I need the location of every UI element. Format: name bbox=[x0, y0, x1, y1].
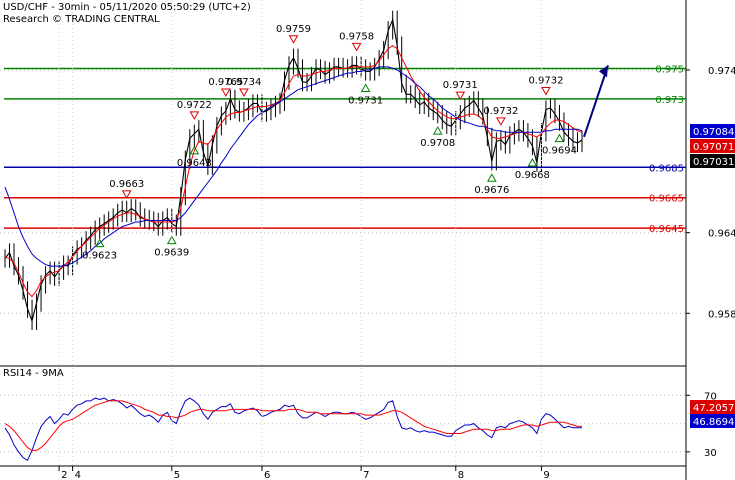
trough-label: 0.9643 bbox=[177, 158, 212, 169]
trough-label: 0.9731 bbox=[348, 95, 383, 106]
level-label: 0.975 bbox=[655, 64, 684, 75]
peak-marker-icon bbox=[239, 88, 249, 98]
x-tick-label: 5 bbox=[174, 470, 180, 480]
trough-label: 0.9708 bbox=[420, 138, 455, 149]
x-tick-label: 4 bbox=[75, 470, 81, 480]
peak-marker-icon bbox=[541, 87, 551, 96]
price-tick-label: 0.9642 bbox=[708, 229, 735, 240]
rsi-title: RSI14 - 9MA bbox=[3, 368, 64, 379]
trough-label: 0.9623 bbox=[82, 251, 117, 262]
peak-label: 0.9722 bbox=[177, 100, 212, 111]
pivot-annotations: 0.96630.97220.97650.97340.97590.97580.97… bbox=[82, 24, 577, 262]
rsi-ma-line bbox=[4, 400, 582, 451]
chart-title: USD/CHF - 30min - 05/11/2020 05:50:29 (U… bbox=[3, 2, 251, 13]
chart-source: Research © TRADING CENTRAL bbox=[3, 14, 160, 25]
forecast-arrow-shaft bbox=[583, 65, 609, 138]
trough-marker-icon bbox=[554, 133, 565, 143]
support-resistance-levels: 0.975 0.973 0.9685 0.9665 0.9645 bbox=[4, 64, 686, 235]
price-tag-label: 0.97084 bbox=[693, 127, 734, 138]
peak-marker-icon bbox=[288, 35, 299, 44]
peak-label: 0.9734 bbox=[226, 77, 261, 88]
peak-marker-icon bbox=[189, 111, 200, 120]
peak-marker-icon bbox=[495, 117, 506, 126]
level-label: 0.973 bbox=[655, 95, 684, 106]
price-tag-label: 0.97071 bbox=[693, 142, 734, 153]
trough-marker-icon bbox=[432, 126, 443, 135]
x-axis: 24 5 6 7 8 9 bbox=[58, 0, 550, 480]
peak-label: 0.9663 bbox=[109, 179, 144, 190]
trough-label: 0.9694 bbox=[542, 146, 577, 157]
rsi-tag-label: 47.2057 bbox=[693, 403, 734, 414]
price-axis-tags: 0.97084 0.97071 0.97031 bbox=[690, 124, 735, 168]
level-label: 0.9665 bbox=[649, 194, 684, 205]
rsi-panel: 703047.205746.8694 bbox=[0, 391, 735, 462]
trough-label: 0.9676 bbox=[474, 185, 509, 196]
peak-label: 0.9732 bbox=[483, 106, 518, 117]
forecast-arrow-head-icon bbox=[599, 65, 608, 78]
peak-marker-icon bbox=[221, 88, 231, 98]
peak-label: 0.9758 bbox=[339, 31, 374, 42]
forecast-arrow bbox=[583, 65, 609, 138]
usdchf-chart: 0.9749 0.9642 0.9589 0.975 0.973 0.9685 0.966… bbox=[0, 0, 735, 480]
price-tick-label: 0.9589 bbox=[708, 309, 735, 320]
trough-marker-icon bbox=[486, 173, 497, 182]
trough-marker-icon bbox=[360, 83, 371, 92]
price-tag-label: 0.97031 bbox=[693, 157, 734, 168]
rsi-tick-label: 30 bbox=[704, 448, 717, 459]
x-tick-label: 9 bbox=[543, 470, 549, 480]
x-tick-label: 7 bbox=[363, 470, 369, 480]
x-tick-label: 8 bbox=[458, 470, 464, 480]
x-tick-label: 2 bbox=[61, 470, 67, 480]
trough-marker-icon bbox=[527, 157, 538, 167]
peak-marker-icon bbox=[351, 42, 362, 52]
level-label: 0.9645 bbox=[649, 224, 684, 235]
peak-marker-icon bbox=[121, 190, 132, 199]
x-tick-label: 6 bbox=[264, 470, 270, 480]
peak-label: 0.9732 bbox=[528, 76, 563, 87]
peak-label: 0.9759 bbox=[276, 24, 311, 35]
rsi-tag-label: 46.8694 bbox=[693, 417, 734, 428]
trough-label: 0.9668 bbox=[515, 170, 550, 181]
price-series bbox=[4, 10, 583, 331]
level-label: 0.9685 bbox=[649, 163, 684, 174]
peak-label: 0.9731 bbox=[443, 80, 478, 91]
peak-marker-icon bbox=[455, 91, 466, 101]
price-tick-label: 0.9749 bbox=[708, 66, 735, 77]
